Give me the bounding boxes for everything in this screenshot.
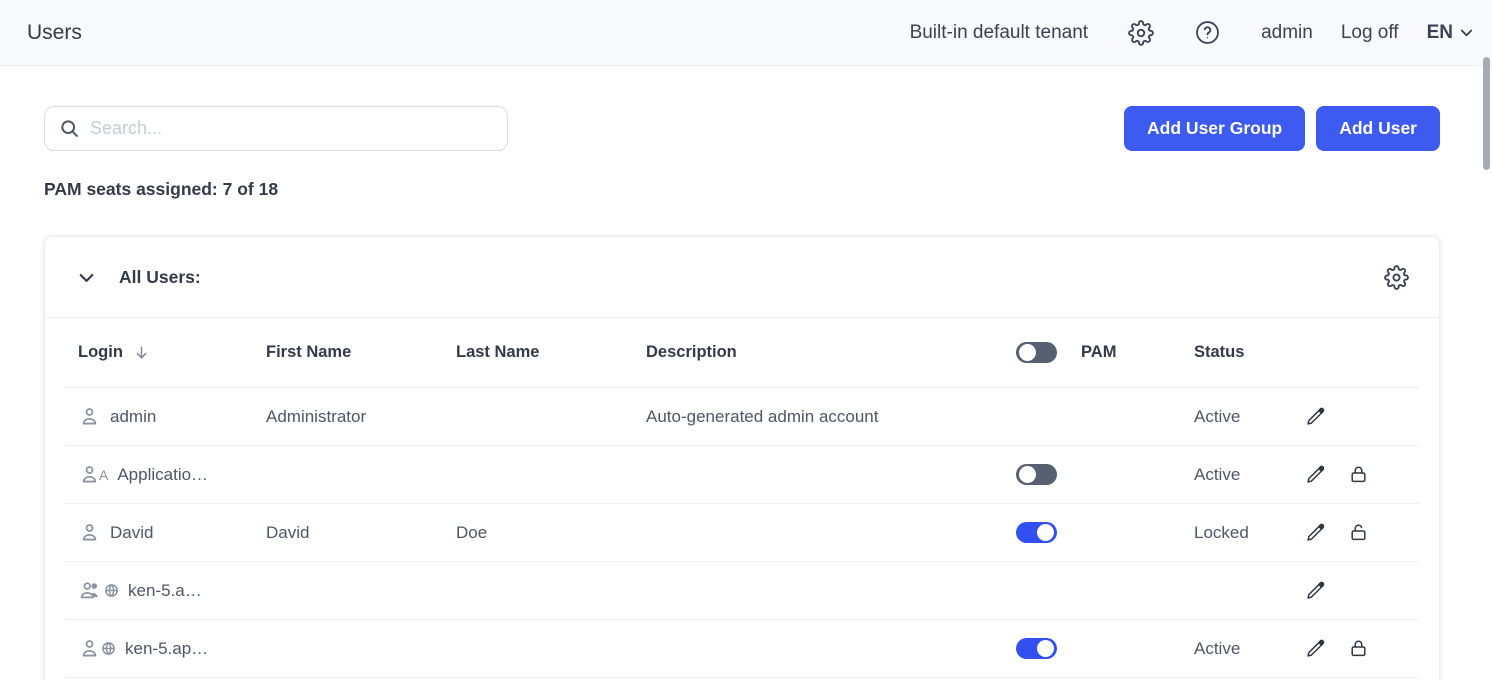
gear-icon xyxy=(1128,19,1154,46)
lock-button[interactable] xyxy=(1348,638,1369,659)
actions-cell xyxy=(1305,464,1419,485)
unlock-icon xyxy=(1348,522,1369,543)
edit-button[interactable] xyxy=(1305,464,1326,485)
pam-toggle[interactable] xyxy=(1016,464,1057,485)
first-name-value: David xyxy=(266,522,310,542)
current-user[interactable]: admin xyxy=(1261,22,1313,44)
settings-button[interactable] xyxy=(1128,19,1154,46)
edit-button[interactable] xyxy=(1305,638,1326,659)
pam-seats-counter: PAM seats assigned: 7 of 18 xyxy=(44,179,279,199)
login-value: David xyxy=(110,522,154,542)
topbar: Users Built-in default tenant admin Log … xyxy=(0,0,1492,66)
chevron-down-icon xyxy=(1457,23,1476,42)
scrollbar-thumb[interactable] xyxy=(1483,57,1490,170)
pam-cell xyxy=(1016,638,1194,659)
table-row[interactable]: A Applicatio… Active xyxy=(65,446,1419,504)
logoff-link[interactable]: Log off xyxy=(1341,22,1399,44)
search-input[interactable] xyxy=(90,118,493,139)
status-value: Active xyxy=(1194,638,1241,658)
pam-toggle[interactable] xyxy=(1016,522,1057,543)
pencil-icon xyxy=(1305,464,1326,485)
user-globe-icon xyxy=(78,637,116,660)
first-name-value: Administrator xyxy=(266,406,367,426)
sort-descending-icon[interactable] xyxy=(133,344,150,361)
help-icon xyxy=(1194,19,1221,46)
search-icon xyxy=(59,118,80,139)
description-value: Auto-generated admin account xyxy=(646,406,879,426)
actions-cell xyxy=(1305,638,1419,659)
actions-cell xyxy=(1305,522,1419,543)
status-value: Active xyxy=(1194,406,1241,426)
search-box[interactable] xyxy=(44,106,508,151)
column-first-name[interactable]: First Name xyxy=(266,343,456,362)
pam-filter-toggle[interactable] xyxy=(1016,342,1057,363)
group-globe-icon xyxy=(78,579,119,602)
pencil-icon xyxy=(1305,522,1326,543)
lock-icon xyxy=(1348,638,1369,659)
last-name-value: Doe xyxy=(456,522,488,542)
table-header-row: Login First Name Last Name Description P… xyxy=(65,318,1419,388)
users-table: Login First Name Last Name Description P… xyxy=(45,318,1439,678)
column-description[interactable]: Description xyxy=(646,343,1016,362)
table-row[interactable]: David David Doe Locked xyxy=(65,504,1419,562)
column-last-name[interactable]: Last Name xyxy=(456,343,646,362)
column-status[interactable]: Status xyxy=(1194,343,1305,362)
status-value: Active xyxy=(1194,464,1241,484)
language-selector[interactable]: EN xyxy=(1427,22,1476,44)
column-pam: PAM xyxy=(1081,343,1117,361)
table-row[interactable]: ken-5.ap… Active xyxy=(65,620,1419,678)
toolbar: Add User Group Add User xyxy=(44,106,1440,151)
add-user-group-button[interactable]: Add User Group xyxy=(1124,106,1306,151)
unlock-button[interactable] xyxy=(1348,522,1369,543)
add-user-button[interactable]: Add User xyxy=(1316,106,1440,151)
actions-cell xyxy=(1305,580,1419,601)
user-icon xyxy=(78,521,101,544)
pam-toggle[interactable] xyxy=(1016,638,1057,659)
page-title: Users xyxy=(27,20,82,44)
login-value: ken-5.a… xyxy=(128,580,202,600)
pencil-icon xyxy=(1305,406,1326,427)
help-button[interactable] xyxy=(1194,19,1221,46)
user-icon xyxy=(78,405,101,428)
gear-icon xyxy=(1384,264,1409,290)
login-value: admin xyxy=(110,406,157,426)
edit-button[interactable] xyxy=(1305,580,1326,601)
login-value: Applicatio… xyxy=(117,464,209,484)
edit-button[interactable] xyxy=(1305,522,1326,543)
panel-header: All Users: xyxy=(45,237,1439,318)
chevron-down-icon xyxy=(75,266,98,289)
actions-cell xyxy=(1305,406,1419,427)
user-a-icon: A xyxy=(78,463,108,486)
lock-icon xyxy=(1348,464,1369,485)
all-users-panel: All Users: Login First Name Last Name De… xyxy=(44,236,1440,680)
column-login[interactable]: Login xyxy=(78,343,123,362)
pam-cell xyxy=(1016,522,1194,543)
status-value: Locked xyxy=(1194,522,1249,542)
lock-button[interactable] xyxy=(1348,464,1369,485)
table-row[interactable]: admin Administrator Auto-generated admin… xyxy=(65,388,1419,446)
table-settings-button[interactable] xyxy=(1384,264,1409,290)
tenant-name: Built-in default tenant xyxy=(909,21,1089,43)
pencil-icon xyxy=(1305,580,1326,601)
login-value: ken-5.ap… xyxy=(125,638,209,658)
language-label: EN xyxy=(1426,21,1453,43)
pencil-icon xyxy=(1305,638,1326,659)
edit-button[interactable] xyxy=(1305,406,1326,427)
collapse-toggle[interactable] xyxy=(75,266,98,289)
panel-title: All Users: xyxy=(119,266,201,287)
pam-cell xyxy=(1016,464,1194,485)
table-row[interactable]: ken-5.a… xyxy=(65,562,1419,620)
